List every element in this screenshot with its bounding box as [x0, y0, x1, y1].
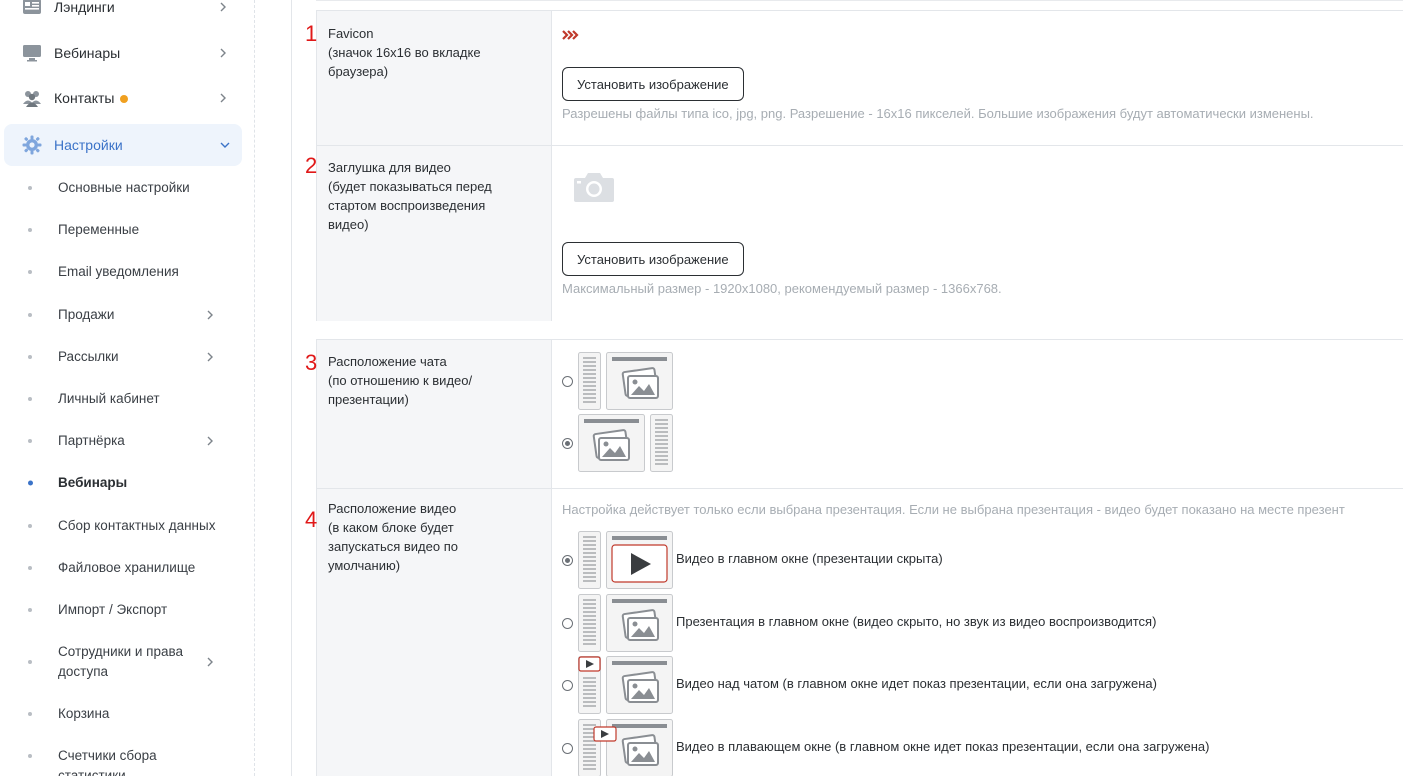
- sidebar-subitem-account[interactable]: Личный кабинет: [0, 387, 240, 411]
- media-settings-group: Favicon (значок 16x16 во вкладке браузер…: [305, 10, 1403, 321]
- sidebar-subitem-label: Email уведомления: [58, 264, 179, 279]
- video-position-hint: Настройка действует только если выбрана …: [562, 502, 1345, 517]
- annotation-number: 2: [305, 153, 318, 178]
- video-main-thumbnail[interactable]: [578, 531, 674, 589]
- sidebar-subitem-general[interactable]: Основные настройки: [0, 176, 240, 200]
- sidebar-subitem-staff[interactable]: Сотрудники и права доступа: [0, 642, 240, 682]
- sidebar-subitem-label: Переменные: [58, 222, 140, 237]
- annotation-number: 1: [305, 21, 318, 46]
- video-placeholder-label: Заглушка для видео (будет показываться п…: [328, 160, 492, 232]
- sidebar-item-label: Контакты: [54, 90, 129, 106]
- video-position-label: Расположение видео (в каком блоке будет …: [328, 501, 458, 573]
- chat-right-layout-thumbnail[interactable]: [578, 414, 674, 472]
- sidebar-subitem-email[interactable]: Email уведомления: [0, 260, 240, 284]
- sidebar: Лэндинги Вебинары Контакты Настройки Осн…: [0, 0, 255, 776]
- sidebar-item-label: Настройки: [54, 137, 123, 153]
- chevron-right-icon: [207, 352, 213, 362]
- favicon-row: Favicon (значок 16x16 во вкладке браузер…: [305, 11, 1403, 145]
- sidebar-subitem-label: Сотрудники и права доступа: [58, 644, 184, 679]
- landing-icon: [23, 0, 41, 14]
- sidebar-item-label: Вебинары: [54, 45, 121, 61]
- chevron-down-icon: [220, 142, 230, 148]
- chevron-right-icon: [207, 310, 213, 320]
- sidebar-subitem-label: Партнёрка: [58, 433, 125, 448]
- chat-left-layout-thumbnail[interactable]: [578, 352, 674, 410]
- chevron-right-icon: [207, 436, 213, 446]
- gear-icon: [22, 135, 42, 155]
- camera-icon: [574, 173, 614, 202]
- sidebar-subitem-sales[interactable]: Продажи: [0, 303, 240, 327]
- sidebar-subitem-label: Корзина: [58, 706, 110, 721]
- favicon-hint: Разрешены файлы типа ico, jpg, png. Разр…: [562, 106, 1314, 121]
- notification-badge: [120, 95, 129, 104]
- sidebar-subitem-label: Личный кабинет: [58, 391, 160, 406]
- sidebar-subitem-label: Рассылки: [58, 349, 119, 364]
- presentation-main-radio[interactable]: [562, 618, 573, 629]
- annotation-number: 4: [305, 507, 318, 532]
- set-video-placeholder-button[interactable]: Установить изображение: [562, 242, 744, 276]
- sidebar-subitem-label: Файловое хранилище: [58, 560, 196, 575]
- sidebar-subitem-contact-collection[interactable]: Сбор контактных данных: [0, 514, 240, 538]
- sidebar-subitem-trash[interactable]: Корзина: [0, 702, 240, 726]
- sidebar-subitem-counters[interactable]: Счетчики сбора статистики: [0, 746, 240, 776]
- favicon-label: Favicon (значок 16x16 во вкладке браузер…: [328, 26, 481, 79]
- chevron-right-icon: [220, 2, 226, 12]
- sidebar-subitem-label: Счетчики сбора статистики: [58, 748, 157, 776]
- sidebar-subitem-label: Сбор контактных данных: [58, 518, 216, 533]
- sidebar-subitem-partners[interactable]: Партнёрка: [0, 429, 240, 453]
- video-above-chat-thumbnail[interactable]: [578, 656, 674, 714]
- video-above-chat-label[interactable]: Видео над чатом (в главном окне идет пок…: [676, 676, 1157, 691]
- video-placeholder-row: Заглушка для видео (будет показываться п…: [305, 146, 1403, 321]
- video-above-chat-radio[interactable]: [562, 680, 573, 691]
- sidebar-item-contacts[interactable]: Контакты: [4, 77, 242, 119]
- chat-right-radio[interactable]: [562, 438, 573, 449]
- set-favicon-button[interactable]: Установить изображение: [562, 67, 744, 101]
- sidebar-subitem-variables[interactable]: Переменные: [0, 218, 240, 242]
- sidebar-item-landings[interactable]: Лэндинги: [4, 0, 242, 28]
- sidebar-subitem-file-storage[interactable]: Файловое хранилище: [0, 556, 240, 580]
- chevron-right-icon: [207, 657, 213, 667]
- monitor-icon: [23, 45, 41, 62]
- chevron-right-icon: [220, 48, 226, 58]
- video-main-label[interactable]: Видео в главном окне (презентации скрыта…: [676, 551, 943, 566]
- favicon-preview-icon: [562, 30, 579, 40]
- sidebar-item-webinars[interactable]: Вебинары: [4, 32, 242, 74]
- sidebar-subitem-webinars[interactable]: Вебинары: [0, 471, 240, 495]
- chevron-right-icon: [220, 93, 226, 103]
- sidebar-subitem-mailings[interactable]: Рассылки: [0, 345, 240, 369]
- chat-position-label: Расположение чата (по отношению к видео/…: [328, 354, 473, 407]
- video-position-row: Расположение видео (в каком блоке будет …: [305, 489, 1403, 776]
- layout-settings-group: Расположение чата (по отношению к видео/…: [305, 339, 1403, 776]
- video-floating-thumbnail[interactable]: [578, 719, 674, 776]
- video-floating-label[interactable]: Видео в плавающем окне (в главном окне и…: [676, 739, 1209, 754]
- chat-left-radio[interactable]: [562, 376, 573, 387]
- sidebar-subitem-label: Продажи: [58, 307, 115, 322]
- sidebar-subitem-label: Вебинары: [58, 475, 128, 490]
- sidebar-item-label: Лэндинги: [54, 0, 115, 15]
- video-placeholder-hint: Максимальный размер - 1920x1080, рекомен…: [562, 281, 1002, 296]
- chat-position-row: Расположение чата (по отношению к видео/…: [305, 340, 1403, 488]
- users-icon: [23, 91, 41, 107]
- sidebar-subitem-label: Импорт / Экспорт: [58, 602, 168, 617]
- video-floating-radio[interactable]: [562, 743, 573, 754]
- sidebar-item-settings[interactable]: Настройки: [4, 124, 242, 166]
- presentation-main-thumbnail[interactable]: [578, 594, 674, 652]
- sidebar-subitem-import-export[interactable]: Импорт / Экспорт: [0, 598, 240, 622]
- presentation-main-label[interactable]: Презентация в главном окне (видео скрыто…: [676, 614, 1156, 629]
- sidebar-subitem-label: Основные настройки: [58, 180, 190, 195]
- video-main-radio[interactable]: [562, 555, 573, 566]
- annotation-number: 3: [305, 350, 318, 375]
